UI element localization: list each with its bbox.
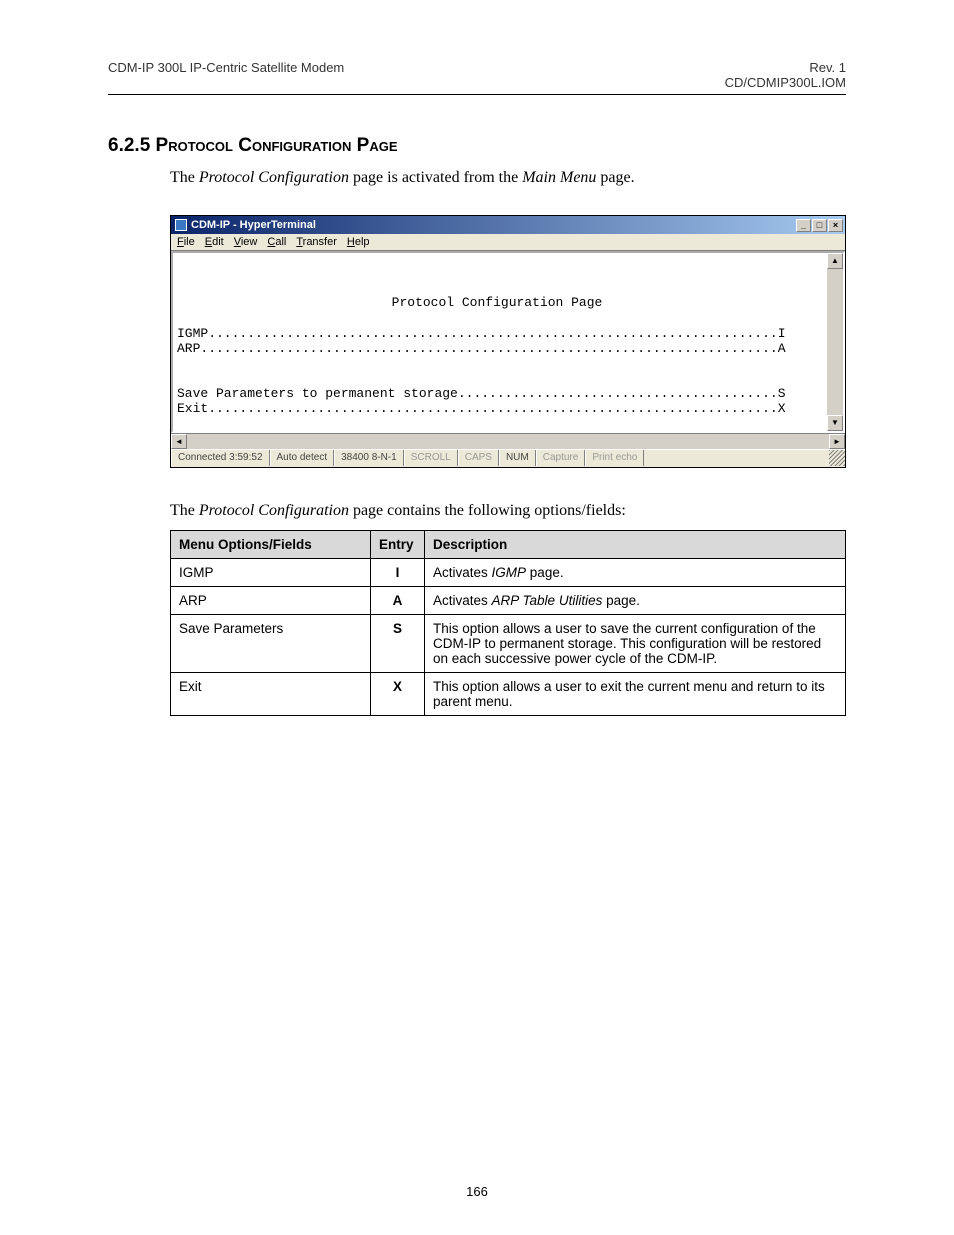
para2-em: Protocol Configuration [199, 502, 349, 519]
resize-grip-icon[interactable] [829, 450, 845, 466]
status-detect: Auto detect [270, 450, 335, 466]
intro-em1: Protocol Configuration [199, 169, 349, 186]
menu-edit[interactable]: Edit [205, 236, 224, 248]
cell-entry: I [371, 558, 425, 586]
table-row: IGMP I Activates IGMP page. [171, 558, 846, 586]
header-right: Rev. 1 CD/CDMIP300L.IOM [725, 60, 846, 90]
section-number: 6.2.5 [108, 135, 150, 156]
cell-menu: IGMP [171, 558, 371, 586]
menu-view[interactable]: View [234, 236, 258, 248]
page-header: CDM-IP 300L IP-Centric Satellite Modem R… [108, 60, 846, 90]
terminal-line-save: Save Parameters to permanent storage....… [177, 386, 786, 401]
section-heading: 6.2.5 Protocol Configuration Page [108, 135, 846, 157]
intro-text: The [170, 169, 199, 186]
terminal-line-arp: ARP.....................................… [177, 341, 786, 356]
minimize-button[interactable]: _ [796, 219, 811, 232]
close-button[interactable]: × [828, 219, 843, 232]
para2-suffix: page contains the following options/fiel… [349, 502, 626, 519]
cell-menu: ARP [171, 586, 371, 614]
status-capture: Capture [536, 450, 586, 466]
table-header-row: Menu Options/Fields Entry Description [171, 530, 846, 558]
menu-transfer[interactable]: Transfer [296, 236, 337, 248]
page-number: 166 [0, 1184, 954, 1199]
col-entry: Entry [371, 530, 425, 558]
options-table: Menu Options/Fields Entry Description IG… [170, 530, 846, 716]
status-scroll: SCROLL [404, 450, 458, 466]
window-titlebar[interactable]: CDM-IP - HyperTerminal _ □ × [171, 216, 845, 234]
hyperterminal-window: CDM-IP - HyperTerminal _ □ × File Edit V… [170, 215, 846, 468]
header-rev: Rev. 1 [725, 60, 846, 75]
cell-menu: Exit [171, 672, 371, 715]
intro-mid: page is activated from the [349, 169, 522, 186]
cell-desc: Activates IGMP page. [425, 558, 846, 586]
cell-entry: A [371, 586, 425, 614]
options-intro: The Protocol Configuration page contains… [170, 502, 846, 520]
status-printecho: Print echo [585, 450, 644, 466]
menu-help[interactable]: Help [347, 236, 370, 248]
scroll-left-icon[interactable]: ◄ [171, 434, 187, 449]
status-num: NUM [499, 450, 536, 466]
table-row: Save Parameters S This option allows a u… [171, 614, 846, 672]
table-row: ARP A Activates ARP Table Utilities page… [171, 586, 846, 614]
menu-file[interactable]: File [177, 236, 195, 248]
window-title: CDM-IP - HyperTerminal [191, 219, 316, 231]
horizontal-scrollbar[interactable]: ◄ ► [171, 433, 845, 449]
cell-entry: S [371, 614, 425, 672]
cell-menu: Save Parameters [171, 614, 371, 672]
terminal-content[interactable]: Protocol Configuration Page IGMP.........… [173, 253, 827, 431]
menu-call[interactable]: Call [267, 236, 286, 248]
terminal-line-exit: Exit....................................… [177, 401, 786, 416]
section-title: Protocol Configuration Page [156, 135, 398, 156]
menubar: File Edit View Call Transfer Help [171, 234, 845, 251]
header-rule [108, 94, 846, 95]
terminal-screen-title: Protocol Configuration Page [177, 296, 817, 311]
table-row: Exit X This option allows a user to exit… [171, 672, 846, 715]
maximize-button[interactable]: □ [812, 219, 827, 232]
cell-entry: X [371, 672, 425, 715]
header-docid: CD/CDMIP300L.IOM [725, 75, 846, 90]
cell-desc: This option allows a user to exit the cu… [425, 672, 846, 715]
statusbar: Connected 3:59:52 Auto detect 38400 8-N-… [171, 449, 845, 467]
cell-desc: This option allows a user to save the cu… [425, 614, 846, 672]
status-connected: Connected 3:59:52 [171, 450, 270, 466]
scroll-right-icon[interactable]: ► [829, 434, 845, 449]
para2-prefix: The [170, 502, 199, 519]
col-description: Description [425, 530, 846, 558]
header-left: CDM-IP 300L IP-Centric Satellite Modem [108, 60, 344, 90]
status-caps: CAPS [458, 450, 499, 466]
status-baud: 38400 8-N-1 [334, 450, 404, 466]
vertical-scrollbar[interactable]: ▲ ▼ [827, 253, 843, 431]
scroll-down-icon[interactable]: ▼ [827, 415, 843, 431]
intro-paragraph: The Protocol Configuration page is activ… [170, 169, 846, 187]
intro-em2: Main Menu [522, 169, 596, 186]
cell-desc: Activates ARP Table Utilities page. [425, 586, 846, 614]
col-menu: Menu Options/Fields [171, 530, 371, 558]
app-icon [175, 219, 187, 231]
scroll-up-icon[interactable]: ▲ [827, 253, 843, 269]
terminal-line-igmp: IGMP....................................… [177, 326, 786, 341]
intro-suffix: page. [596, 169, 634, 186]
